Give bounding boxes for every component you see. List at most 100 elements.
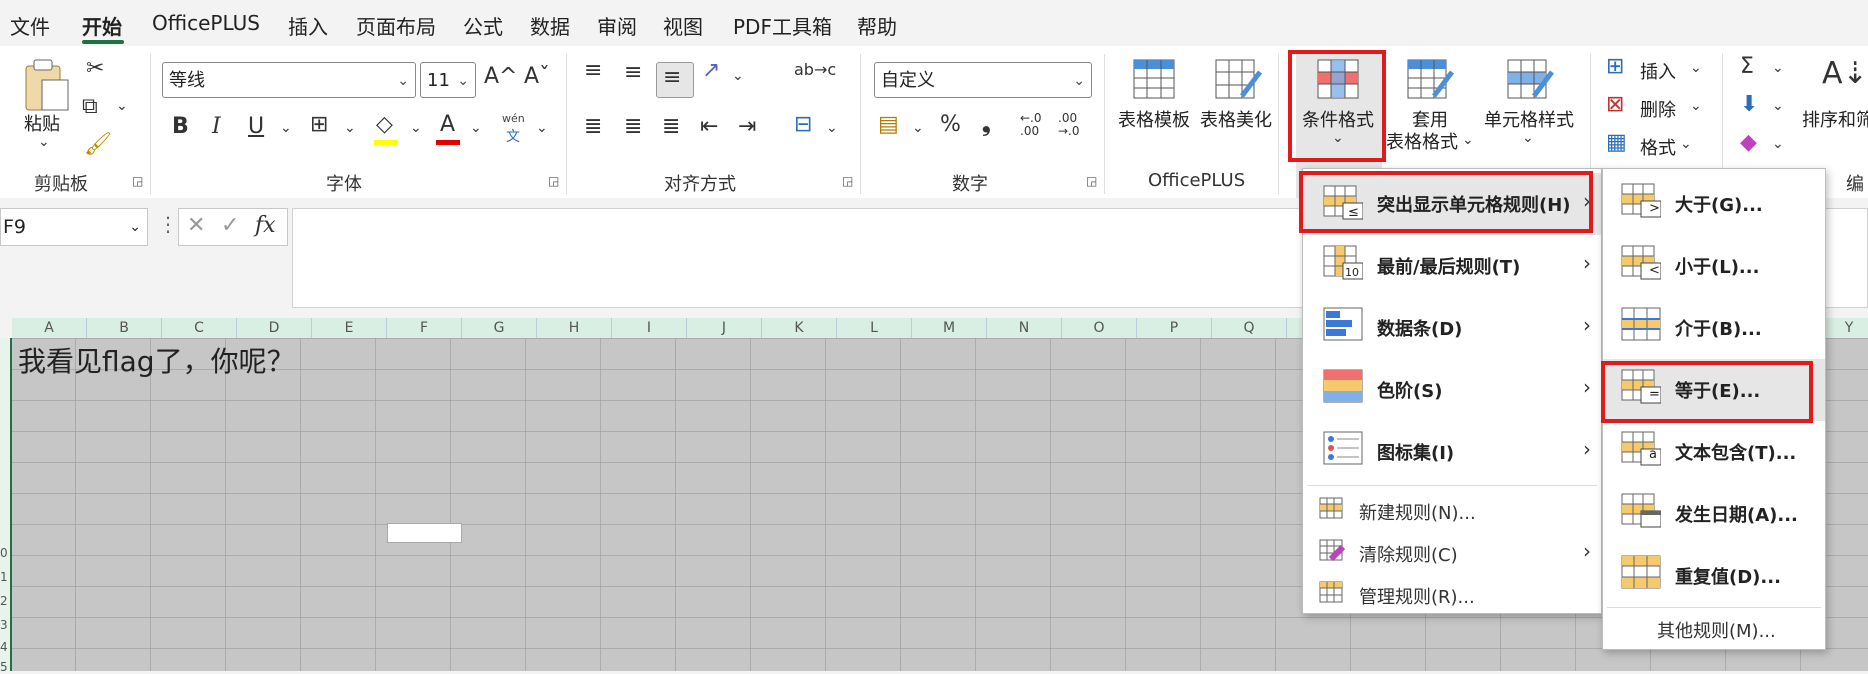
underline-button[interactable]: U	[248, 114, 264, 139]
clipboard-launcher-icon[interactable]: ◲	[132, 174, 143, 188]
paste-icon[interactable]	[22, 58, 72, 114]
submenu-item-duplicate-values[interactable]: 重复值(D)...	[1603, 545, 1825, 607]
cell-style-button[interactable]: 单元格样式	[1484, 106, 1574, 132]
column-header[interactable]: I	[612, 318, 687, 338]
alignment-launcher-icon[interactable]: ◲	[842, 174, 853, 188]
fill-icon[interactable]: ⬇	[1740, 92, 1758, 117]
column-header[interactable]: F	[387, 318, 462, 338]
accounting-format-icon[interactable]: ▤	[878, 112, 899, 137]
font-color-dropdown-icon[interactable]: ⌄	[470, 120, 482, 136]
row-header[interactable]: 0	[0, 546, 8, 560]
menu-page-layout[interactable]: 页面布局	[356, 11, 436, 40]
column-header[interactable]: K	[762, 318, 837, 338]
chevron-down-icon[interactable]: ⌄	[1522, 130, 1534, 146]
table-template-icon[interactable]	[1132, 58, 1176, 100]
underline-dropdown-icon[interactable]: ⌄	[280, 120, 292, 136]
column-header[interactable]: P	[1137, 318, 1212, 338]
decrease-indent-icon[interactable]: ⇤	[700, 114, 718, 139]
chevron-down-icon[interactable]: ⌄	[1772, 136, 1784, 152]
submenu-item-date-occurring[interactable]: 发生日期(A)...	[1603, 483, 1825, 545]
clear-icon[interactable]: ◆	[1740, 130, 1757, 155]
fill-color-icon[interactable]: ◇	[376, 112, 393, 137]
delete-cells-button[interactable]: 删除	[1640, 96, 1676, 122]
column-header[interactable]: O	[1062, 318, 1137, 338]
enter-icon[interactable]: ✓	[221, 213, 239, 238]
insert-cells-icon[interactable]: ⊞	[1606, 54, 1624, 79]
font-name-combo[interactable]: 等线 ⌄	[162, 62, 416, 98]
accounting-dropdown-icon[interactable]: ⌄	[912, 120, 924, 136]
insert-cells-button[interactable]: 插入	[1640, 58, 1676, 84]
cancel-icon[interactable]: ✕	[187, 213, 205, 238]
menu-item-new-rule[interactable]: 新建规则(N)...	[1303, 489, 1601, 531]
decrease-decimal-button[interactable]: .00 →.0	[1058, 112, 1080, 138]
font-color-icon[interactable]: A	[440, 112, 455, 137]
delete-cells-icon[interactable]: ⊠	[1606, 92, 1624, 117]
column-header[interactable]: L	[837, 318, 912, 338]
name-box[interactable]: F9 ⌄	[0, 208, 148, 246]
menu-item-clear-rules[interactable]: 清除规则(C) ›	[1303, 531, 1601, 573]
paste-dropdown-icon[interactable]: ⌄	[38, 134, 50, 150]
column-header[interactable]: G	[462, 318, 537, 338]
sort-filter-icon[interactable]: A⇣	[1822, 56, 1868, 91]
menu-item-color-scales[interactable]: 色阶(S) ›	[1303, 359, 1601, 421]
orientation-icon[interactable]: ↗	[702, 58, 720, 83]
column-header[interactable]: J	[687, 318, 762, 338]
percent-style-button[interactable]: %	[940, 112, 961, 137]
orientation-dropdown-icon[interactable]: ⌄	[732, 68, 744, 84]
submenu-item-less-than[interactable]: < 小于(L)...	[1603, 235, 1825, 297]
align-top-icon[interactable]: ≡	[584, 58, 602, 83]
column-header[interactable]: N	[987, 318, 1062, 338]
menu-file[interactable]: 文件	[10, 11, 50, 40]
row-header[interactable]: 3	[0, 618, 8, 632]
menu-home[interactable]: 开始	[82, 11, 122, 40]
font-launcher-icon[interactable]: ◲	[548, 174, 559, 188]
fill-color-dropdown-icon[interactable]: ⌄	[410, 120, 422, 136]
submenu-item-greater-than[interactable]: > 大于(G)...	[1603, 173, 1825, 235]
menu-item-data-bars[interactable]: 数据条(D) ›	[1303, 297, 1601, 359]
menu-insert[interactable]: 插入	[288, 11, 328, 40]
merge-center-icon[interactable]: ⊟	[794, 112, 812, 137]
autosum-icon[interactable]: Σ	[1740, 54, 1754, 79]
chevron-down-icon[interactable]: ⌄	[1690, 98, 1702, 114]
chevron-down-icon[interactable]: ⌄	[1462, 132, 1474, 148]
column-header[interactable]: C	[162, 318, 237, 338]
active-cell[interactable]	[387, 523, 462, 543]
format-cells-button[interactable]: 格式	[1640, 134, 1676, 160]
menu-item-manage-rules[interactable]: 管理规则(R)...	[1303, 573, 1601, 615]
table-beautify-icon[interactable]	[1214, 58, 1262, 100]
menu-pdf-tools[interactable]: PDF工具箱	[733, 11, 832, 40]
grow-font-icon[interactable]: A^	[484, 64, 517, 89]
wrap-text-icon[interactable]: ab→c	[794, 60, 836, 79]
row-header[interactable]: 4	[0, 640, 8, 654]
phonetic-top[interactable]: wén	[502, 112, 525, 125]
phonetic-dropdown-icon[interactable]: ⌄	[536, 120, 548, 136]
menu-item-icon-sets[interactable]: 图标集(I) ›	[1303, 421, 1601, 483]
chevron-down-icon[interactable]: ⌄	[1680, 136, 1692, 152]
menu-formulas[interactable]: 公式	[463, 11, 503, 40]
sort-filter-button[interactable]: 排序和筛	[1802, 106, 1868, 132]
column-header[interactable]: M	[912, 318, 987, 338]
submenu-item-text-contains[interactable]: a 文本包含(T)...	[1603, 421, 1825, 483]
copy-icon[interactable]: ⧉	[82, 94, 98, 119]
column-header[interactable]: A	[12, 318, 87, 338]
more-options-icon[interactable]: ⋮	[158, 212, 178, 236]
align-middle-icon[interactable]: ≡	[624, 60, 642, 85]
menu-data[interactable]: 数据	[530, 11, 570, 40]
paste-label[interactable]: 粘贴	[24, 110, 60, 136]
italic-button[interactable]: I	[212, 114, 221, 139]
insert-function-icon[interactable]: fx	[255, 213, 276, 238]
menu-officeplus[interactable]: OfficePLUS	[152, 11, 260, 35]
copy-dropdown-icon[interactable]: ⌄	[116, 98, 128, 114]
column-header[interactable]: E	[312, 318, 387, 338]
cell-a1-text[interactable]: 我看见flag了，你呢？	[18, 340, 295, 380]
column-header[interactable]: D	[237, 318, 312, 338]
bold-button[interactable]: B	[172, 114, 189, 139]
submenu-item-between[interactable]: 介于(B)...	[1603, 297, 1825, 359]
comma-style-button[interactable]: ❟	[982, 112, 991, 137]
menu-review[interactable]: 审阅	[597, 11, 637, 40]
row-header[interactable]: 2	[0, 594, 8, 608]
borders-dropdown-icon[interactable]: ⌄	[344, 120, 356, 136]
format-as-table-icon[interactable]	[1406, 58, 1454, 100]
column-header[interactable]: Q	[1212, 318, 1287, 338]
align-bottom-button[interactable]: ≡	[656, 62, 694, 98]
